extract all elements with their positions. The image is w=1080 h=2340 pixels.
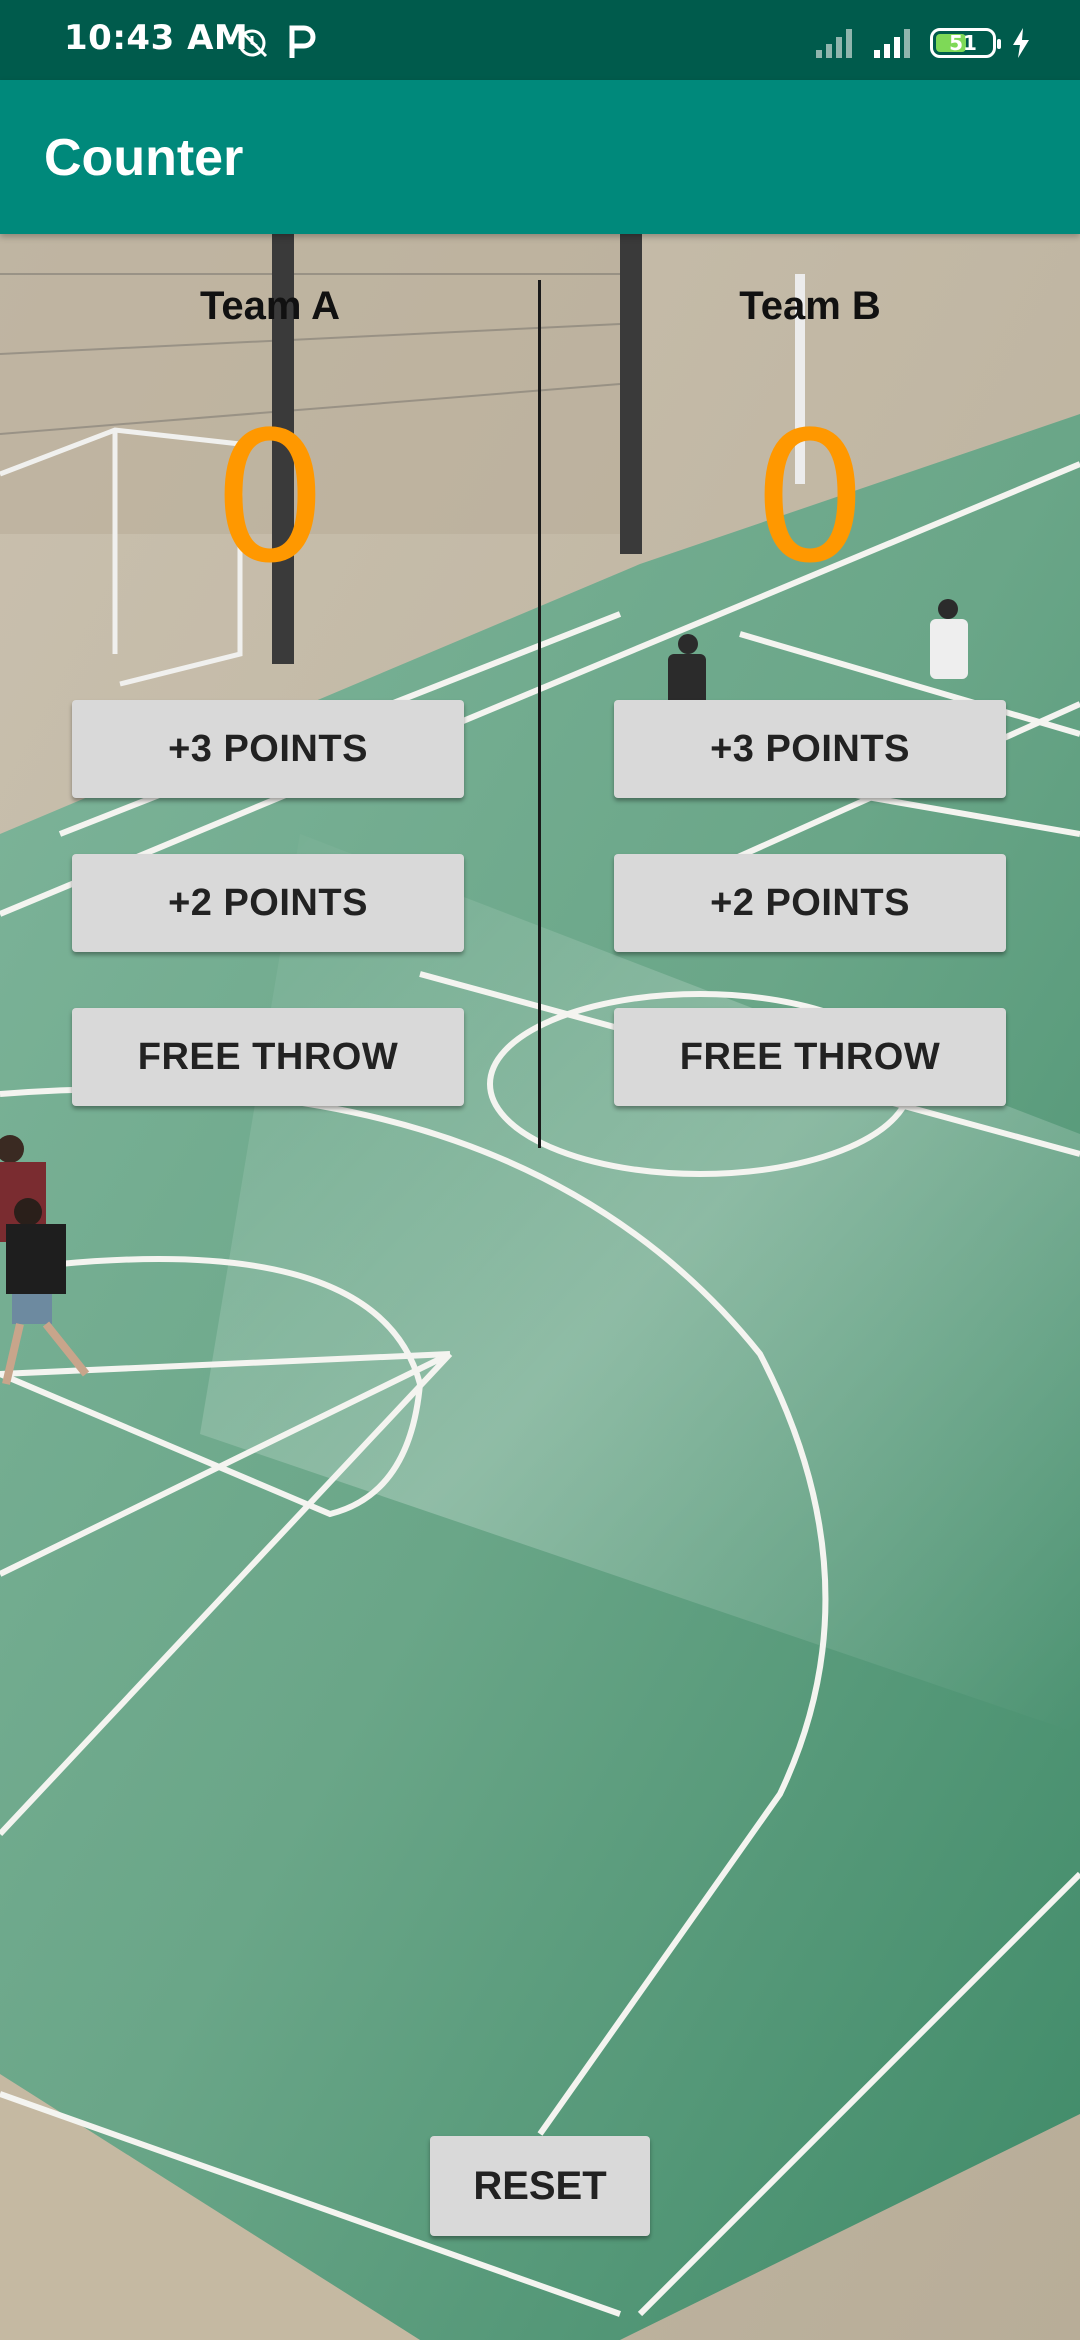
battery-level: 51 xyxy=(949,31,977,55)
team-b-plus-3-button[interactable]: +3 POINTS xyxy=(614,700,1006,798)
team-b-free-throw-button[interactable]: FREE THROW xyxy=(614,1008,1006,1106)
team-b-column: Team B 0 +3 POINTS +2 POINTS FREE THROW xyxy=(540,234,1080,1134)
app-bar: Counter xyxy=(0,80,1080,234)
status-bar: 10:43 AM 51 xyxy=(0,0,1080,80)
status-time: 10:43 AM xyxy=(64,18,249,58)
status-right-icons: 51 xyxy=(814,26,1032,60)
team-a-free-throw-button[interactable]: FREE THROW xyxy=(72,1008,464,1106)
alarm-off-icon xyxy=(236,26,268,58)
team-a-plus-3-button[interactable]: +3 POINTS xyxy=(72,700,464,798)
team-b-name: Team B xyxy=(739,284,881,328)
team-a-score: 0 xyxy=(212,394,328,603)
signal-icon xyxy=(816,29,852,58)
reset-button[interactable]: RESET xyxy=(430,2136,650,2236)
team-a-name: Team A xyxy=(199,284,341,328)
team-b-plus-2-button[interactable]: +2 POINTS xyxy=(614,854,1006,952)
app-title: Counter xyxy=(44,129,244,187)
signal-icon xyxy=(874,29,910,58)
battery-icon: 51 xyxy=(930,28,1001,58)
team-a-column: Team A 0 +3 POINTS +2 POINTS FREE THROW xyxy=(0,234,540,1134)
team-a-plus-2-button[interactable]: +2 POINTS xyxy=(72,854,464,952)
parking-icon xyxy=(289,25,316,58)
charging-icon xyxy=(1013,28,1029,58)
team-b-score: 0 xyxy=(752,394,868,603)
score-panel: Team A 0 +3 POINTS +2 POINTS FREE THROW … xyxy=(0,234,1080,2340)
